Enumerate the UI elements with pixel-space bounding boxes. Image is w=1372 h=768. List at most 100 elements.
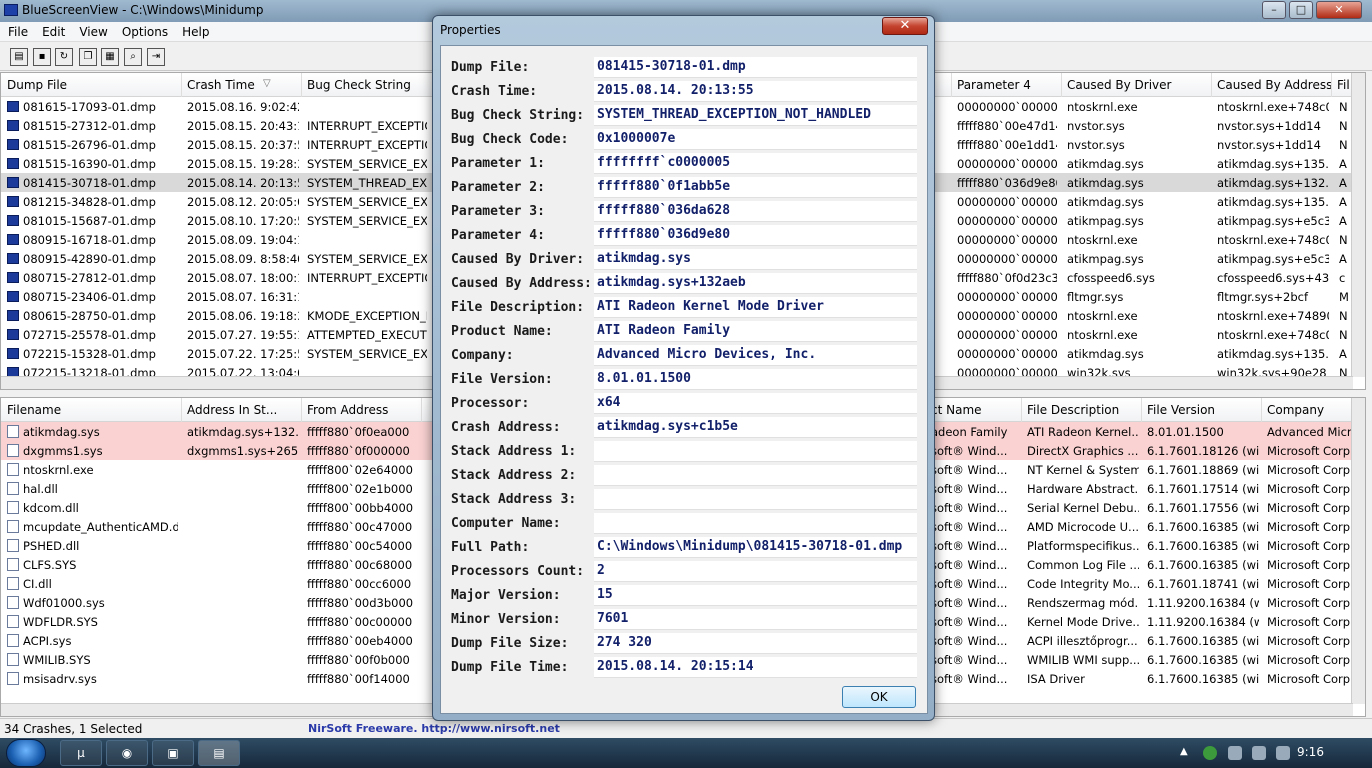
- col-from-address[interactable]: From Address: [307, 403, 388, 417]
- property-value-field[interactable]: C:\Windows\Minidump\081415-30718-01.dmp: [594, 537, 917, 558]
- col-caused-by-driver[interactable]: Caused By Driver: [1067, 78, 1171, 92]
- crash-cell: nvstor.sys: [1067, 119, 1125, 133]
- crash-cell: atikmpag.sys+e5c3: [1217, 252, 1329, 266]
- tray-expand-icon[interactable]: ▲: [1180, 746, 1194, 760]
- crash-cell: ntoskrnl.exe: [1067, 233, 1138, 247]
- property-label: Caused By Driver:: [451, 252, 585, 267]
- crash-cell: atikmdag.sys: [1067, 157, 1144, 171]
- property-value-field[interactable]: ATI Radeon Family: [594, 321, 917, 342]
- properties-icon[interactable]: ▤: [10, 48, 28, 66]
- property-value-field[interactable]: fffff880`036da628: [594, 201, 917, 222]
- copy-icon[interactable]: ❐: [79, 48, 97, 66]
- property-row: Crash Time: 2015.08.14. 20:13:55: [451, 81, 921, 103]
- tray-flag-icon[interactable]: [1276, 746, 1290, 760]
- property-value-field[interactable]: 2: [594, 561, 917, 582]
- ok-button[interactable]: OK: [842, 686, 916, 708]
- menu-file[interactable]: File: [0, 22, 34, 39]
- col-parameter-4[interactable]: Parameter 4: [957, 78, 1031, 92]
- crash-cell: ntoskrnl.exe+748c0: [1217, 100, 1329, 114]
- property-value-field[interactable]: 15: [594, 585, 917, 606]
- col-address-in-stack[interactable]: Address In St...: [187, 403, 277, 417]
- crash-cell: fffff880`0f0d23c3: [957, 271, 1057, 285]
- nirsoft-link[interactable]: NirSoft Freeware. http://www.nirsoft.net: [308, 722, 560, 735]
- property-row: Processor: x64: [451, 393, 921, 415]
- property-value-field[interactable]: ffffffff`c0000005: [594, 153, 917, 174]
- minimize-button[interactable]: –: [1262, 1, 1286, 19]
- col-file-description[interactable]: File Description: [1027, 403, 1119, 417]
- refresh-icon[interactable]: ↻: [55, 48, 73, 66]
- property-label: Computer Name:: [451, 516, 561, 531]
- property-value-field[interactable]: atikmdag.sys+132aeb: [594, 273, 917, 294]
- html-report-icon[interactable]: ▦: [101, 48, 119, 66]
- driver-cell: 1.11.9200.16384 (w...: [1147, 596, 1259, 610]
- property-value-field[interactable]: 7601: [594, 609, 917, 630]
- menu-help[interactable]: Help: [174, 22, 215, 39]
- property-value-field[interactable]: atikmdag.sys: [594, 249, 917, 270]
- property-value-field[interactable]: 274 320: [594, 633, 917, 654]
- property-value-field[interactable]: [594, 441, 917, 462]
- start-button[interactable]: [6, 739, 46, 767]
- bluescreenview-task-icon[interactable]: ▤: [198, 740, 240, 766]
- driver-cell: fffff800`00bb4000: [307, 501, 414, 515]
- property-value-field[interactable]: 081415-30718-01.dmp: [594, 57, 917, 78]
- drive-icon[interactable]: ▣: [152, 740, 194, 766]
- dump-file-icon: [7, 253, 19, 264]
- property-value-field[interactable]: Advanced Micro Devices, Inc.: [594, 345, 917, 366]
- crash-cell: ntoskrnl.exe: [1067, 100, 1138, 114]
- col-crash-time[interactable]: Crash Time: [187, 78, 255, 92]
- exit-icon[interactable]: ⇥: [147, 48, 165, 66]
- driver-list-vscroll[interactable]: [1351, 398, 1365, 704]
- property-value-field[interactable]: fffff880`036d9e80: [594, 225, 917, 246]
- dialog-close-button[interactable]: ✕: [882, 17, 928, 35]
- crash-cell: 081415-30718-01.dmp: [23, 176, 156, 190]
- property-value-field[interactable]: 8.01.01.1500: [594, 369, 917, 390]
- col-company[interactable]: Company: [1267, 403, 1324, 417]
- clock[interactable]: 9:16: [1297, 745, 1324, 759]
- property-value-field[interactable]: fffff880`0f1abb5e: [594, 177, 917, 198]
- property-value-field[interactable]: x64: [594, 393, 917, 414]
- driver-cell: Microsoft Corp: [1267, 444, 1351, 458]
- save-icon[interactable]: ▪: [33, 48, 51, 66]
- menu-view[interactable]: View: [71, 22, 113, 39]
- menu-edit[interactable]: Edit: [34, 22, 71, 39]
- close-button[interactable]: ✕: [1316, 1, 1362, 19]
- col-bug-check-string[interactable]: Bug Check String: [307, 78, 411, 92]
- dump-file-icon: [7, 158, 19, 169]
- property-label: Caused By Address:: [451, 276, 592, 291]
- col-dump-file[interactable]: Dump File: [7, 78, 67, 92]
- col-file[interactable]: Fil: [1337, 78, 1350, 92]
- tray-network-icon[interactable]: [1228, 746, 1242, 760]
- col-product-name[interactable]: ct Name: [931, 403, 982, 417]
- maximize-button[interactable]: □: [1289, 1, 1313, 19]
- property-value-field[interactable]: 2015.08.14. 20:13:55: [594, 81, 917, 102]
- col-file-version[interactable]: File Version: [1147, 403, 1215, 417]
- property-label: Bug Check Code:: [451, 132, 569, 147]
- crash-cell: fltmgr.sys+2bcf: [1217, 290, 1308, 304]
- firefox-icon[interactable]: ◉: [106, 740, 148, 766]
- find-icon[interactable]: ⌕: [124, 48, 142, 66]
- property-value-field[interactable]: 2015.08.14. 20:15:14: [594, 657, 917, 678]
- property-label: Crash Time:: [451, 84, 538, 99]
- property-value-field[interactable]: [594, 489, 917, 510]
- property-value-field[interactable]: 0x1000007e: [594, 129, 917, 150]
- utorrent-icon[interactable]: µ: [60, 740, 102, 766]
- property-row: Caused By Driver: atikmdag.sys: [451, 249, 921, 271]
- property-value-field[interactable]: [594, 465, 917, 486]
- property-value-field[interactable]: SYSTEM_THREAD_EXCEPTION_NOT_HANDLED: [594, 105, 917, 126]
- col-filename[interactable]: Filename: [7, 403, 61, 417]
- col-caused-by-address[interactable]: Caused By Address: [1217, 78, 1332, 92]
- driver-cell: WMILIB WMI supp...: [1027, 653, 1139, 667]
- driver-cell: ATI Radeon Kernel...: [1027, 425, 1139, 439]
- property-row: Stack Address 3:: [451, 489, 921, 511]
- driver-cell: soft® Wind...: [931, 539, 1008, 553]
- property-value-field[interactable]: atikmdag.sys+c1b5e: [594, 417, 917, 438]
- tray-volume-icon[interactable]: [1252, 746, 1266, 760]
- property-value-field[interactable]: [594, 513, 917, 534]
- driver-cell: Microsoft Corp: [1267, 634, 1351, 648]
- property-value-field[interactable]: ATI Radeon Kernel Mode Driver: [594, 297, 917, 318]
- driver-cell: Hardware Abstract...: [1027, 482, 1139, 496]
- driver-cell: AMD Microcode U...: [1027, 520, 1139, 534]
- crash-list-vscroll[interactable]: [1351, 73, 1365, 377]
- menu-options[interactable]: Options: [114, 22, 174, 39]
- tray-utorrent-icon[interactable]: [1203, 746, 1217, 760]
